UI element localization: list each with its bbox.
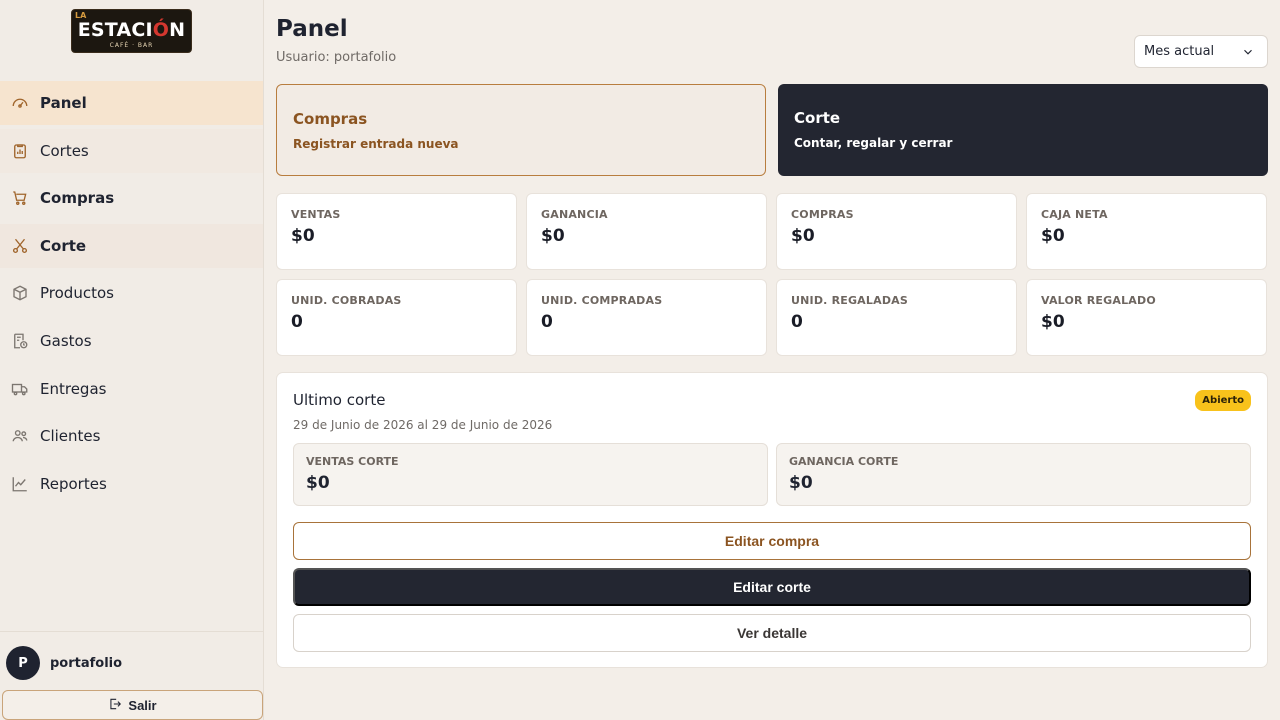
page-subtitle: Usuario: portafolio bbox=[276, 50, 397, 65]
stat-value: $0 bbox=[1041, 312, 1065, 332]
logout-button[interactable]: Salir bbox=[2, 690, 263, 720]
sidebar: LA ESTACIÓN CAFÉ · BAR Panel Cortes Comp… bbox=[0, 0, 264, 720]
stat-label: COMPRAS bbox=[791, 208, 854, 221]
ganancia-corte-value: $0 bbox=[789, 473, 813, 493]
box-icon bbox=[11, 284, 29, 302]
sidebar-item-gastos[interactable]: Gastos bbox=[0, 319, 263, 363]
compras-card-title: Compras bbox=[293, 110, 368, 128]
ventas-corte-label: VENTAS CORTE bbox=[306, 455, 399, 468]
sidebar-item-label: Panel bbox=[40, 94, 87, 112]
sidebar-item-label: Clientes bbox=[40, 427, 101, 446]
stat-card-compras: COMPRAS $0 bbox=[776, 193, 1017, 270]
last-cut-range: 29 de Junio de 2026 al 29 de Junio de 20… bbox=[293, 418, 553, 432]
sidebar-item-label: Reportes bbox=[40, 474, 107, 493]
users-icon bbox=[11, 427, 29, 445]
sidebar-item-label: Cortes bbox=[40, 141, 89, 160]
dashboard-icon bbox=[11, 94, 29, 112]
corte-card-title: Corte bbox=[794, 109, 841, 127]
stat-value: $0 bbox=[1041, 226, 1065, 246]
cart-icon bbox=[11, 189, 29, 207]
sidebar-nav: Panel Cortes Compras Corte Productos Gas… bbox=[0, 81, 263, 509]
sidebar-item-clientes[interactable]: Clientes bbox=[0, 414, 263, 458]
stat-label: CAJA NETA bbox=[1041, 208, 1108, 221]
compras-action-card[interactable]: Compras Registrar entrada nueva bbox=[276, 84, 766, 176]
ganancia-corte-label: GANANCIA CORTE bbox=[789, 455, 899, 468]
logo-sub-text: CAFÉ · BAR bbox=[109, 42, 154, 49]
period-select[interactable]: Mes actual bbox=[1134, 35, 1268, 68]
username: portafolio bbox=[50, 656, 123, 671]
sidebar-item-productos[interactable]: Productos bbox=[0, 271, 263, 315]
sidebar-item-label: Gastos bbox=[40, 331, 92, 350]
stat-label: UNID. COMPRADAS bbox=[541, 294, 663, 307]
stat-value: $0 bbox=[791, 226, 815, 246]
last-cut-title: Ultimo corte bbox=[293, 391, 386, 409]
corte-action-card[interactable]: Corte Contar, regalar y cerrar bbox=[778, 84, 1268, 176]
sidebar-item-cortes[interactable]: Cortes bbox=[0, 128, 263, 173]
sidebar-item-label: Corte bbox=[40, 236, 87, 255]
edit-compra-button[interactable]: Editar compra bbox=[293, 522, 1251, 560]
stat-card-caja-neta: CAJA NETA $0 bbox=[1026, 193, 1267, 270]
sidebar-item-label: Entregas bbox=[40, 379, 107, 398]
sidebar-item-reportes[interactable]: Reportes bbox=[0, 462, 263, 506]
sidebar-item-label: Compras bbox=[40, 189, 115, 208]
stat-label: UNID. COBRADAS bbox=[291, 294, 402, 307]
ventas-corte-value: $0 bbox=[306, 473, 330, 493]
stat-card-unid-regaladas: UNID. REGALADAS 0 bbox=[776, 279, 1017, 356]
sidebar-item-corte[interactable]: Corte bbox=[0, 223, 263, 268]
receipt-clock-icon bbox=[11, 332, 29, 350]
scissors-icon bbox=[11, 237, 29, 255]
stat-card-valor-regalado: VALOR REGALADO $0 bbox=[1026, 279, 1267, 356]
ventas-corte-card: VENTAS CORTE $0 bbox=[293, 443, 768, 506]
trend-chart-icon bbox=[11, 475, 29, 493]
stat-value: 0 bbox=[541, 312, 553, 332]
brand-logo[interactable]: LA ESTACIÓN CAFÉ · BAR bbox=[71, 9, 192, 53]
avatar[interactable]: P bbox=[6, 646, 40, 680]
last-cut-panel: Ultimo corte 29 de Junio de 2026 al 29 d… bbox=[276, 372, 1268, 668]
truck-icon bbox=[11, 380, 29, 398]
corte-card-subtitle: Contar, regalar y cerrar bbox=[794, 136, 953, 150]
sidebar-item-label: Productos bbox=[40, 284, 114, 303]
ver-detalle-button[interactable]: Ver detalle bbox=[293, 614, 1251, 652]
clipboard-chart-icon bbox=[11, 142, 29, 160]
logout-icon bbox=[108, 697, 122, 714]
sidebar-item-panel[interactable]: Panel bbox=[0, 81, 263, 125]
status-badge: Abierto bbox=[1195, 390, 1251, 411]
stat-label: VENTAS bbox=[291, 208, 341, 221]
stat-card-unid-cobradas: UNID. COBRADAS 0 bbox=[276, 279, 517, 356]
stat-value: 0 bbox=[791, 312, 803, 332]
stat-label: UNID. REGALADAS bbox=[791, 294, 908, 307]
stat-value: $0 bbox=[541, 226, 565, 246]
sidebar-footer: P portafolio Salir bbox=[0, 631, 263, 720]
logout-label: Salir bbox=[128, 697, 157, 713]
stat-value: $0 bbox=[291, 226, 315, 246]
chevron-down-icon bbox=[1241, 45, 1255, 63]
sidebar-item-entregas[interactable]: Entregas bbox=[0, 367, 263, 411]
ganancia-corte-card: GANANCIA CORTE $0 bbox=[776, 443, 1251, 506]
period-select-value: Mes actual bbox=[1144, 44, 1215, 59]
stat-card-ventas: VENTAS $0 bbox=[276, 193, 517, 270]
stat-label: VALOR REGALADO bbox=[1041, 294, 1156, 307]
page-title: Panel bbox=[276, 16, 348, 42]
compras-card-subtitle: Registrar entrada nueva bbox=[293, 137, 459, 151]
edit-corte-button[interactable]: Editar corte bbox=[293, 568, 1251, 606]
stat-label: GANANCIA bbox=[541, 208, 608, 221]
stat-card-ganancia: GANANCIA $0 bbox=[526, 193, 767, 270]
stat-value: 0 bbox=[291, 312, 303, 332]
logo-main-text: ESTACIÓN bbox=[77, 19, 186, 41]
sidebar-item-compras[interactable]: Compras bbox=[0, 176, 263, 220]
stat-card-unid-compradas: UNID. COMPRADAS 0 bbox=[526, 279, 767, 356]
